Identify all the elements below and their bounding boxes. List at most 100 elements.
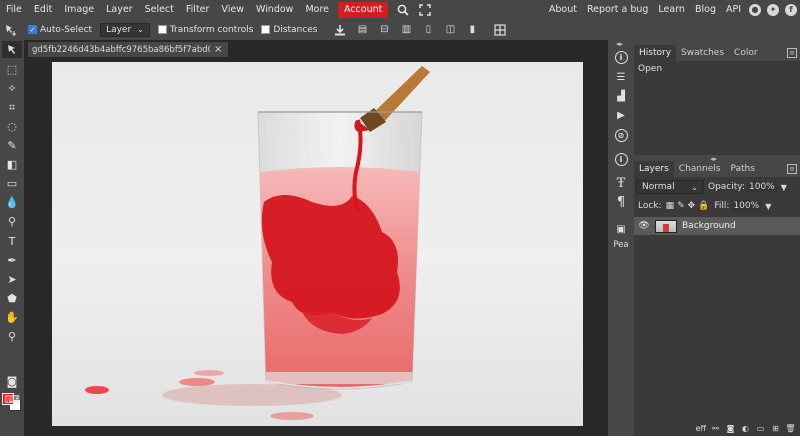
facebook-icon[interactable]: f — [785, 3, 797, 16]
marquee-tool-icon[interactable]: ⬚ — [2, 61, 22, 78]
properties-icon[interactable]: ☰ — [611, 68, 631, 86]
info-icon-2[interactable]: i — [611, 150, 631, 168]
zoom-tool-icon[interactable]: ⚲ — [2, 328, 22, 345]
blur-tool-icon[interactable]: 💧 — [2, 194, 22, 211]
reddit-icon[interactable]: ● — [749, 3, 761, 16]
align-left-icon[interactable]: ▯ — [421, 23, 435, 37]
paragraph-icon[interactable]: ¶ — [611, 193, 631, 211]
blog-link[interactable]: Blog — [690, 4, 721, 15]
menu-more[interactable]: More — [299, 0, 335, 19]
crop-tool-icon[interactable]: ⌗ — [2, 99, 22, 116]
download-icon[interactable] — [333, 23, 347, 37]
account-button[interactable]: Account — [338, 1, 389, 18]
history-entry[interactable]: Open — [634, 61, 800, 77]
distances-checkbox[interactable] — [261, 25, 271, 34]
tab-channels[interactable]: Channels — [674, 161, 726, 177]
search-icon[interactable] — [396, 3, 410, 17]
transform-controls-checkbox[interactable] — [157, 25, 167, 34]
blend-mode-value: Normal — [642, 182, 675, 192]
align-center-icon[interactable]: ◫ — [443, 23, 457, 37]
menu-file[interactable]: File — [0, 0, 28, 19]
document-area: gd5fb2246d43b4abffc9765ba86bf5f7abd0aeb3… — [24, 40, 608, 436]
menu-edit[interactable]: Edit — [28, 0, 58, 19]
link-icon[interactable]: ⚯ — [710, 423, 721, 433]
align-bottom-icon[interactable]: ▥ — [399, 23, 413, 37]
fill-dropdown-icon[interactable]: ▼ — [765, 202, 771, 211]
menu-window[interactable]: Window — [250, 0, 299, 19]
blend-mode-select[interactable]: Normal ⌄ — [636, 180, 704, 194]
lock-pixels-icon[interactable]: ✎ — [677, 201, 685, 211]
play-icon[interactable]: ▶ — [611, 106, 631, 124]
trash-icon[interactable]: 🗑 — [785, 423, 796, 433]
eraser-tool-icon[interactable]: ◧ — [2, 156, 22, 173]
mask-icon[interactable]: ◙ — [725, 423, 736, 433]
auto-select-option[interactable]: ✓ Auto-Select — [28, 25, 92, 35]
histogram-icon[interactable]: ▟ — [611, 87, 631, 105]
effects-icon[interactable]: eff — [696, 423, 706, 433]
tab-paths[interactable]: Paths — [725, 161, 759, 177]
layer-row[interactable]: 👁 Background — [634, 217, 800, 235]
learn-link[interactable]: Learn — [653, 4, 690, 15]
adjustment-icon[interactable]: ◐ — [740, 423, 751, 433]
eye-icon[interactable]: 👁 — [637, 221, 651, 231]
tab-history[interactable]: History — [634, 45, 677, 61]
opacity-dropdown-icon[interactable]: ▼ — [781, 183, 787, 192]
lasso-tool-icon[interactable]: ◌ — [2, 118, 22, 135]
menu-right: About Report a bug Learn Blog API ● ✦ f — [544, 0, 800, 19]
move-tool-icon — [4, 23, 18, 37]
menu-image[interactable]: Image — [58, 0, 100, 19]
grid-icon[interactable] — [493, 23, 507, 37]
lock-transparency-icon[interactable]: ▦ — [666, 201, 675, 211]
image-canvas[interactable] — [52, 62, 583, 426]
opacity-input[interactable]: 100% — [747, 181, 777, 193]
collapse-arrows-icon[interactable]: ◂▸ — [616, 40, 623, 48]
dodge-tool-icon[interactable]: ⚲ — [2, 213, 22, 230]
menu-view[interactable]: View — [215, 0, 250, 19]
type-tool-icon[interactable]: T — [2, 233, 22, 250]
panel-menu-icon-2[interactable]: ≡ — [787, 164, 797, 174]
folder-icon[interactable]: ▭ — [755, 423, 766, 433]
document-tab[interactable]: gd5fb2246d43b4abffc9765ba86bf5f7abd0aeb3… — [28, 42, 228, 57]
gradient-tool-icon[interactable]: ▭ — [2, 175, 22, 192]
menu-layer[interactable]: Layer — [100, 0, 139, 19]
close-icon[interactable]: × — [214, 44, 222, 55]
api-link[interactable]: API — [721, 4, 746, 15]
align-top-icon[interactable]: ▤ — [355, 23, 369, 37]
quick-mask-icon[interactable]: ◙ — [2, 373, 22, 390]
character-icon[interactable]: Ŧ — [611, 174, 631, 192]
layer-select[interactable]: Layer ⌄ — [100, 22, 150, 37]
move-tool-icon[interactable] — [2, 41, 22, 58]
shape-tool-icon[interactable]: ⬟ — [2, 290, 22, 307]
about-link[interactable]: About — [544, 4, 582, 15]
no-entry-icon[interactable]: ⊘ — [611, 126, 631, 144]
tab-layers[interactable]: Layers — [634, 161, 674, 177]
report-bug-link[interactable]: Report a bug — [582, 4, 653, 15]
brush-tool-icon[interactable]: ✎ — [2, 137, 22, 154]
distances-option[interactable]: Distances — [261, 25, 317, 35]
pea-label[interactable]: Pea — [610, 240, 632, 250]
lock-all-icon[interactable]: 🔒 — [698, 201, 709, 211]
fullscreen-icon[interactable] — [418, 3, 432, 17]
info-icon[interactable]: i — [611, 48, 631, 66]
twitter-icon[interactable]: ✦ — [767, 3, 779, 16]
auto-select-label: Auto-Select — [40, 24, 93, 35]
auto-select-checkbox[interactable]: ✓ — [28, 25, 37, 34]
path-select-icon[interactable]: ➤ — [2, 271, 22, 288]
tab-color[interactable]: Color — [729, 45, 763, 61]
pen-tool-icon[interactable]: ✒ — [2, 252, 22, 269]
transform-controls-option[interactable]: Transform controls — [157, 25, 253, 35]
new-layer-icon[interactable]: ⊞ — [770, 423, 781, 433]
lock-position-icon[interactable]: ✥ — [688, 201, 696, 211]
menu-select[interactable]: Select — [139, 0, 180, 19]
hand-tool-icon[interactable]: ✋ — [2, 309, 22, 326]
right-panels: History Swatches Color ≡ Open ◂▸ Layers … — [634, 40, 800, 436]
align-middle-icon[interactable]: ⊟ — [377, 23, 391, 37]
magic-wand-icon[interactable]: ✧ — [2, 80, 22, 97]
keyboard-icon[interactable]: ⌨ — [2, 391, 22, 408]
tab-swatches[interactable]: Swatches — [676, 45, 729, 61]
panel-menu-icon[interactable]: ≡ — [787, 48, 797, 58]
menu-filter[interactable]: Filter — [180, 0, 216, 19]
image-icon[interactable]: ▣ — [611, 220, 631, 238]
fill-input[interactable]: 100% — [731, 200, 762, 212]
align-right-icon[interactable]: ▮ — [465, 23, 479, 37]
